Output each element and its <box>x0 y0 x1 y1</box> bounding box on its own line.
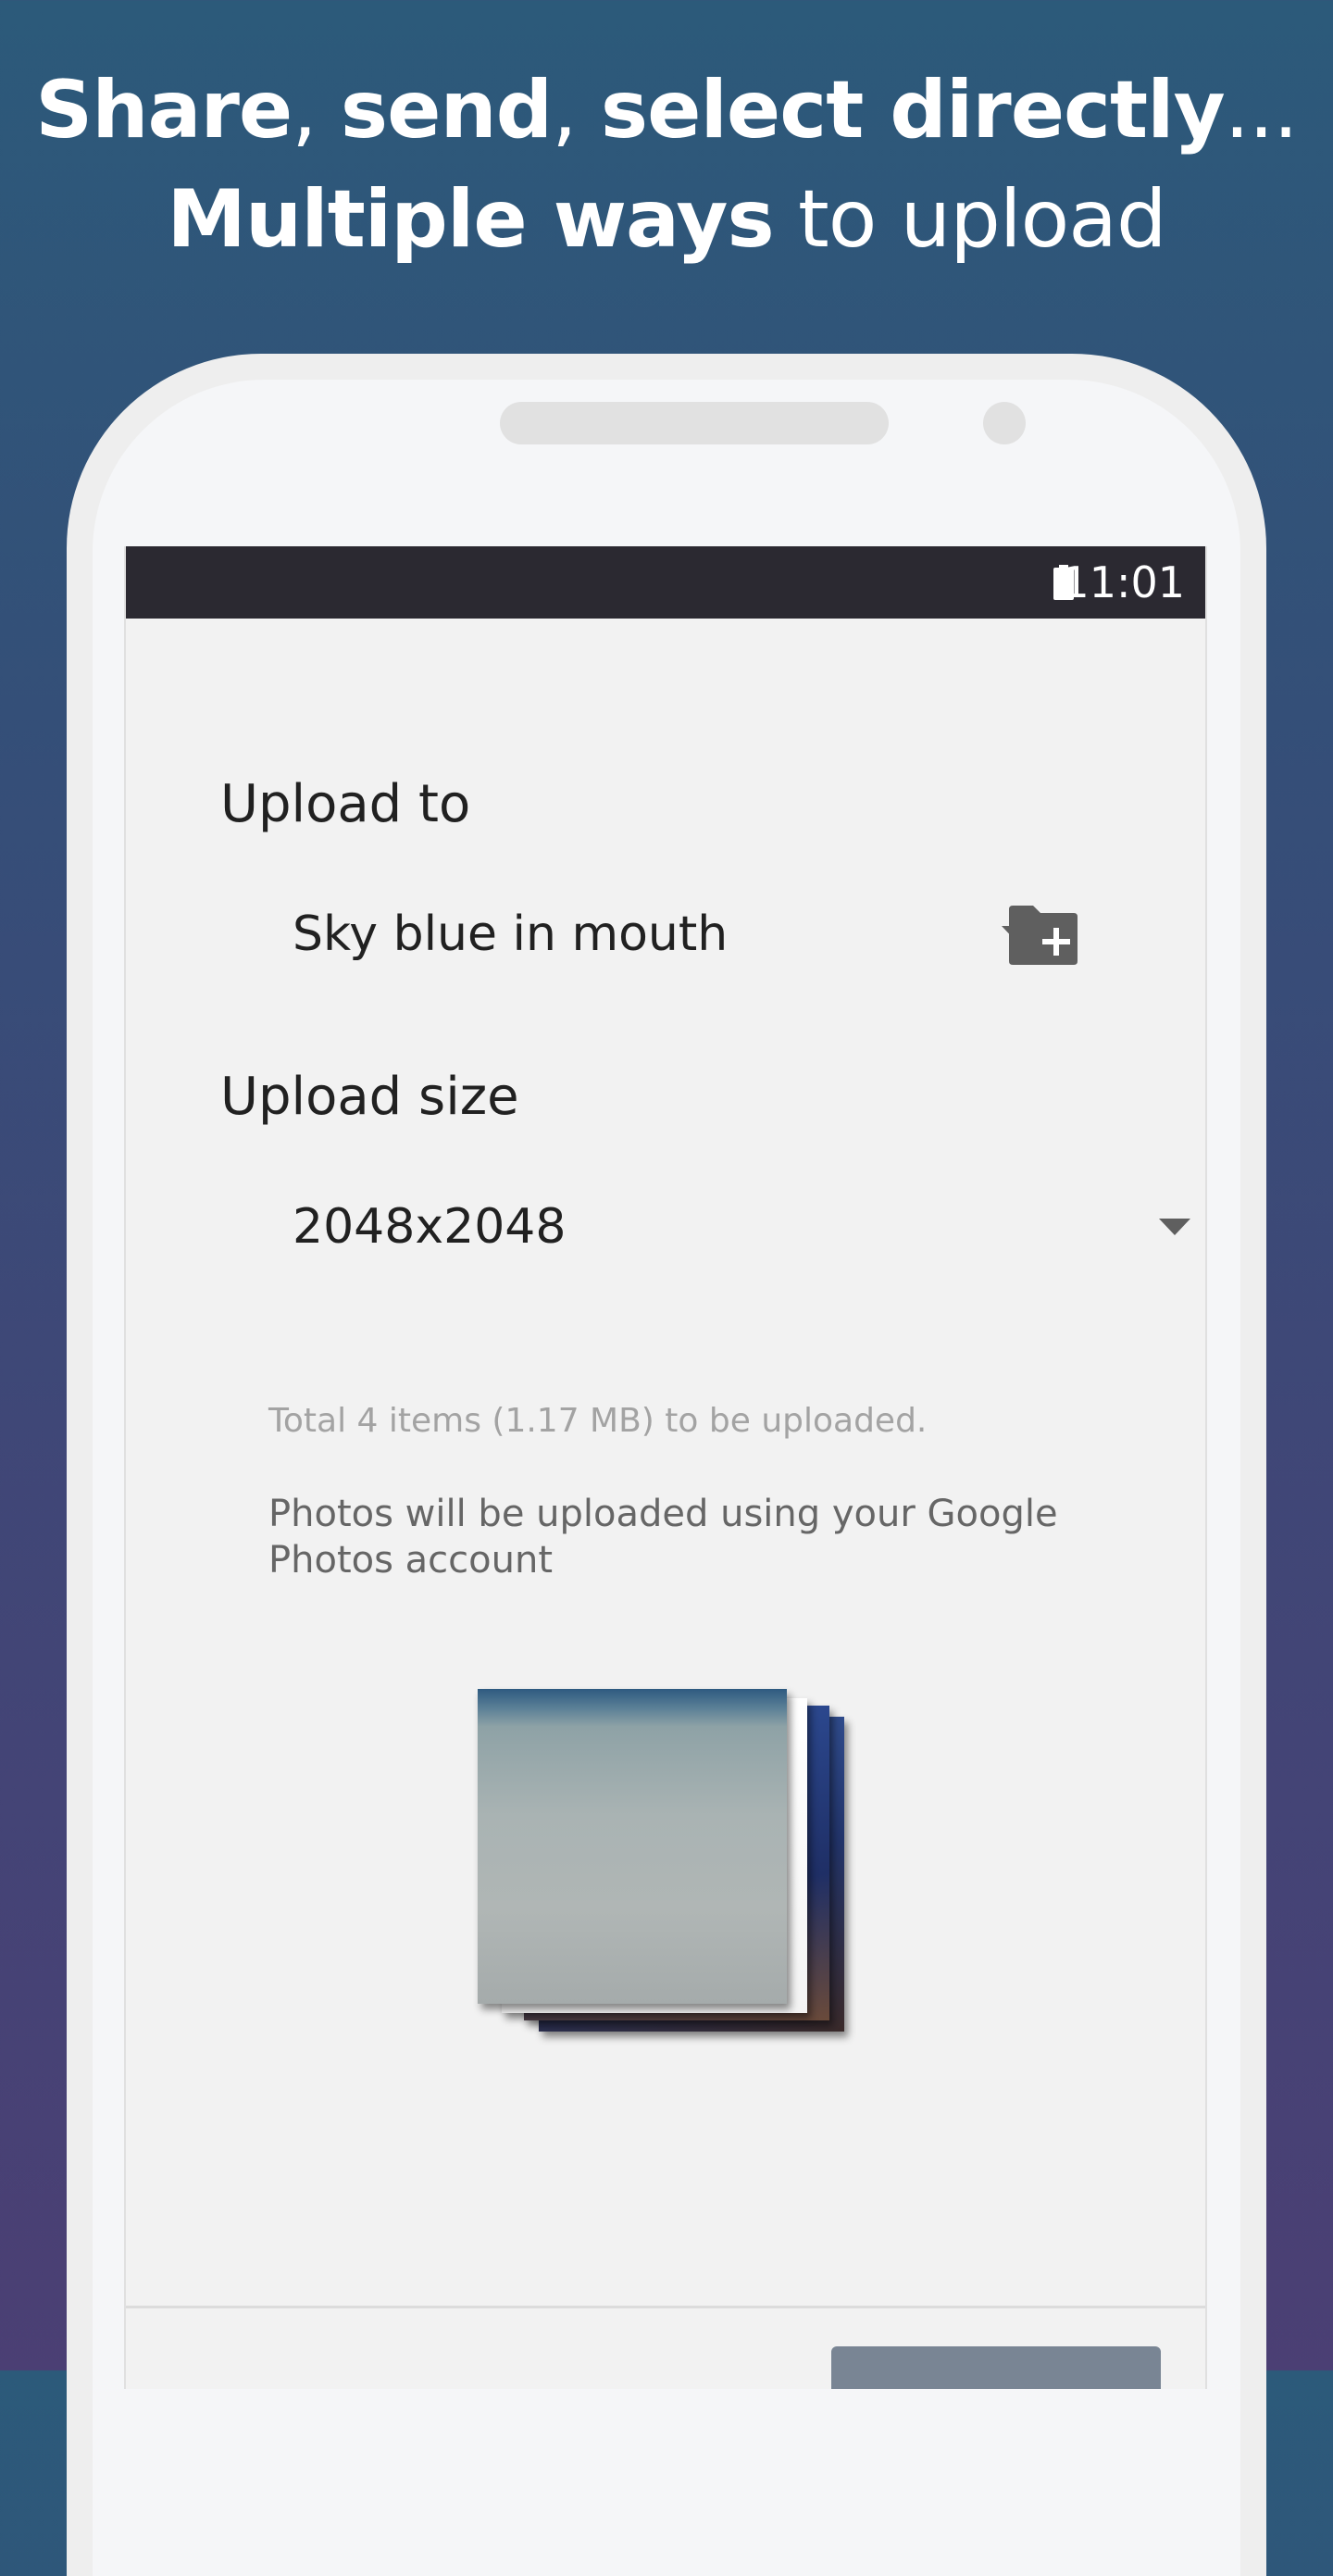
upload-button[interactable] <box>831 2346 1161 2389</box>
promo-ellipsis: ... <box>1224 64 1299 156</box>
promo-sep-1: , <box>292 64 317 156</box>
phone-speaker <box>500 402 889 444</box>
album-dropdown[interactable]: Sky blue in mouth <box>293 893 1033 976</box>
dropdown-arrow-icon <box>1159 1219 1190 1235</box>
status-clock: 11:01 <box>1062 557 1185 607</box>
promo-send: send <box>340 64 553 156</box>
app-screen: 11:01 Upload to Sky blue in mouth Upload… <box>124 546 1207 2389</box>
size-dropdown-value: 2048x2048 <box>293 1199 567 1255</box>
create-new-folder-icon[interactable] <box>1005 904 1079 969</box>
promo-sep-2: , <box>552 64 577 156</box>
photo-thumbnail <box>478 1689 787 2004</box>
size-dropdown[interactable]: 2048x2048 <box>293 1185 1190 1269</box>
photo-preview-stack <box>478 1689 866 2041</box>
promo-to-upload: to upload <box>773 173 1167 266</box>
album-dropdown-value: Sky blue in mouth <box>293 907 729 962</box>
upload-summary: Total 4 items (1.17 MB) to be uploaded. <box>268 1402 928 1440</box>
promo-line-1: Share, send, select directly... <box>0 56 1333 165</box>
promo-multiple-ways: Multiple ways <box>167 173 774 266</box>
google-photos-note: Photos will be uploaded using your Googl… <box>268 1493 1058 1582</box>
promo-headline: Share, send, select directly... Multiple… <box>0 56 1333 274</box>
promo-share: Share <box>35 64 293 156</box>
phone-camera <box>983 402 1026 444</box>
bottom-divider <box>126 2306 1205 2308</box>
upload-to-label: Upload to <box>220 774 471 834</box>
status-bar: 11:01 <box>126 546 1205 619</box>
upload-size-label: Upload size <box>220 1067 519 1127</box>
promo-line-2: Multiple ways to upload <box>0 165 1333 274</box>
promo-select-directly: select directly <box>600 64 1226 156</box>
